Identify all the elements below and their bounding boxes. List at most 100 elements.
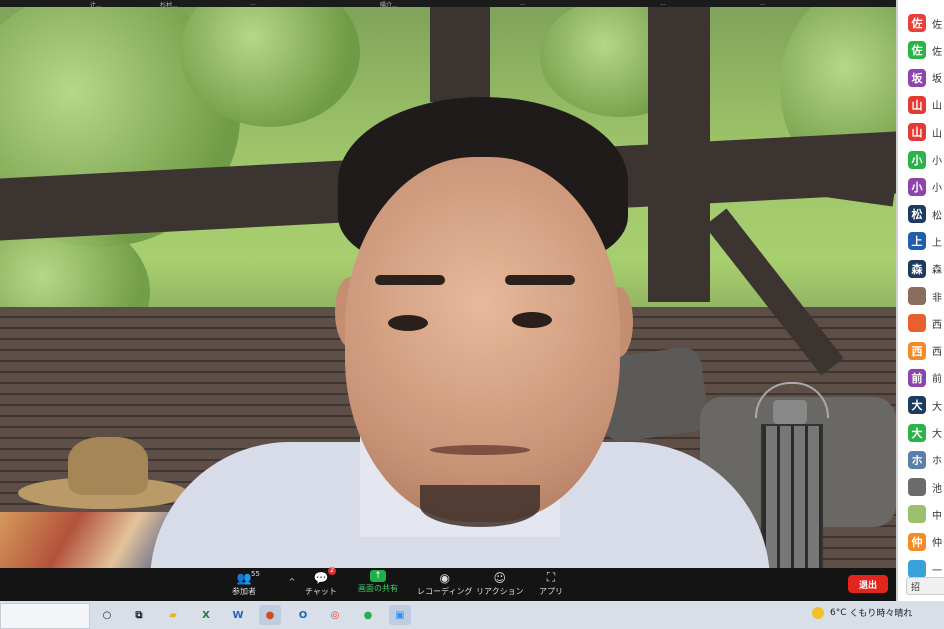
participant-name: 非 xyxy=(932,292,942,304)
participant-name: 山 xyxy=(932,101,942,113)
post xyxy=(430,7,490,102)
participants-label: 参加者 xyxy=(232,587,256,596)
share-screen-button[interactable]: ↑ 画面の共有 xyxy=(358,570,398,600)
reaction-label: リアクション xyxy=(476,587,524,596)
participant-name: 森 xyxy=(932,265,942,277)
participant-avatar xyxy=(908,478,926,497)
task-view-icon[interactable]: ⧉ xyxy=(128,605,150,625)
magazine xyxy=(0,512,170,568)
file-explorer-icon[interactable]: ▰ xyxy=(162,605,184,625)
weather-text: くもり時々晴れ xyxy=(849,609,913,619)
chat-button[interactable]: 💬 2 チャット xyxy=(305,567,337,600)
participant-avatar xyxy=(908,505,926,524)
reaction-button[interactable]: ☺ リアクション xyxy=(476,570,524,600)
person-brow xyxy=(375,275,445,285)
thumbnail-name: 陽介... xyxy=(380,2,398,9)
person-brow xyxy=(505,275,575,285)
smiley-icon: ☺ xyxy=(493,570,507,585)
participants-menu-caret[interactable]: ^ xyxy=(283,574,301,604)
thumbnail-name: ... xyxy=(660,0,666,7)
person-eye xyxy=(512,312,552,328)
outlook-icon[interactable]: O xyxy=(292,605,314,625)
participant-row[interactable]: 中 xyxy=(908,505,944,524)
participant-name: 一 xyxy=(932,565,942,577)
straw-hat xyxy=(18,437,188,517)
participant-avatar: 森 xyxy=(908,259,926,278)
weather-icon xyxy=(812,606,824,619)
participant-row[interactable]: 松松 xyxy=(908,205,944,224)
participant-name: 前 xyxy=(932,374,942,386)
search-icon[interactable]: ○ xyxy=(96,605,118,625)
participant-row[interactable]: 西西 xyxy=(908,341,944,360)
participants-button[interactable]: 👥 55 参加者 xyxy=(232,570,260,600)
speaker-video[interactable] xyxy=(0,7,896,568)
participant-name: 山 xyxy=(932,128,942,140)
thumbnail-name: ... xyxy=(250,0,256,7)
participant-name: 小 xyxy=(932,156,942,167)
powerpoint-icon[interactable]: ● xyxy=(259,605,281,625)
participant-name: 小 xyxy=(932,183,942,195)
apps-button[interactable]: ⛶ アプリ xyxy=(539,570,563,600)
participant-row[interactable]: 非 xyxy=(908,287,944,305)
person-face xyxy=(345,157,620,522)
participant-row[interactable]: 小小 xyxy=(908,177,944,196)
excel-icon[interactable]: X xyxy=(195,605,217,625)
participant-name: 坂 xyxy=(932,74,942,86)
participant-row[interactable]: 山山 xyxy=(908,123,944,142)
participant-row[interactable]: 山山 xyxy=(908,95,944,114)
chat-icon: 💬 2 xyxy=(313,567,336,585)
participant-avatar: 坂 xyxy=(908,68,926,87)
participant-avatar: 山 xyxy=(908,123,926,142)
share-screen-label: 画面の共有 xyxy=(358,584,398,593)
thumbnail-name: ... xyxy=(520,0,526,7)
participant-avatar xyxy=(908,287,926,305)
weather-widget[interactable]: 6°C くもり時々晴れ xyxy=(812,606,912,619)
participant-row[interactable]: 森森 xyxy=(908,259,944,278)
participant-name: 佐 xyxy=(932,46,942,58)
meeting-toolbar: 👥 55 参加者 ^ 💬 2 チャット ↑ 画面の共有 ◉ レコーディング ☺ リア… xyxy=(0,567,896,604)
invite-button[interactable]: 招 xyxy=(906,577,944,595)
participant-row[interactable]: 西 xyxy=(908,314,944,333)
participant-avatar xyxy=(908,560,926,578)
participant-name: 上 xyxy=(932,237,942,249)
chat-label: チャット xyxy=(305,587,337,596)
post xyxy=(648,7,710,302)
participant-row[interactable]: 小小 xyxy=(908,150,944,169)
participant-avatar: 佐 xyxy=(908,14,926,32)
participants-panel: 佐佐佐佐坂坂山山山山小小小小松松上上森森非西西西前前大大大大ホホ池中仲仲一招 xyxy=(896,0,944,601)
participant-name: 西 xyxy=(932,347,942,359)
person-mouth xyxy=(430,445,530,455)
participant-avatar xyxy=(908,314,926,333)
participant-avatar: 大 xyxy=(908,423,926,442)
record-button[interactable]: ◉ レコーディング xyxy=(417,570,472,600)
participant-name: 大 xyxy=(932,401,942,413)
participant-avatar: 松 xyxy=(908,205,926,224)
taskbar-search-box[interactable] xyxy=(0,603,90,629)
participant-row[interactable]: ホホ xyxy=(908,450,944,469)
zoom-icon[interactable]: ▣ xyxy=(389,605,411,625)
participant-row[interactable]: 前前 xyxy=(908,368,944,387)
participant-row[interactable]: 上上 xyxy=(908,232,944,251)
participant-row[interactable]: 佐佐 xyxy=(908,14,944,32)
participant-row[interactable]: 仲仲 xyxy=(908,532,944,551)
thumbnail-name: ... xyxy=(760,0,766,7)
participant-row[interactable]: 坂坂 xyxy=(908,68,944,87)
participant-row[interactable]: 一 xyxy=(908,560,944,578)
participant-avatar: 山 xyxy=(908,95,926,114)
chrome-icon[interactable]: ◎ xyxy=(324,605,346,625)
participants-icon: 👥 55 xyxy=(236,570,260,585)
participant-avatar: 大 xyxy=(908,396,926,415)
windows-taskbar: ○ ⧉ ▰ X W ● O ◎ ● ▣ 6°C くもり時々晴れ xyxy=(0,601,944,629)
participant-avatar: 小 xyxy=(908,177,926,196)
leave-button[interactable]: 退出 xyxy=(848,575,888,593)
participant-row[interactable]: 池 xyxy=(908,478,944,497)
word-icon[interactable]: W xyxy=(227,605,249,625)
participant-name: ホ xyxy=(932,456,942,468)
apps-label: アプリ xyxy=(539,587,563,596)
chevron-up-icon: ^ xyxy=(288,577,296,586)
participant-row[interactable]: 大大 xyxy=(908,423,944,442)
line-icon[interactable]: ● xyxy=(357,605,379,625)
participant-row[interactable]: 大大 xyxy=(908,396,944,415)
participant-avatar: 佐 xyxy=(908,41,926,60)
participant-row[interactable]: 佐佐 xyxy=(908,41,944,60)
